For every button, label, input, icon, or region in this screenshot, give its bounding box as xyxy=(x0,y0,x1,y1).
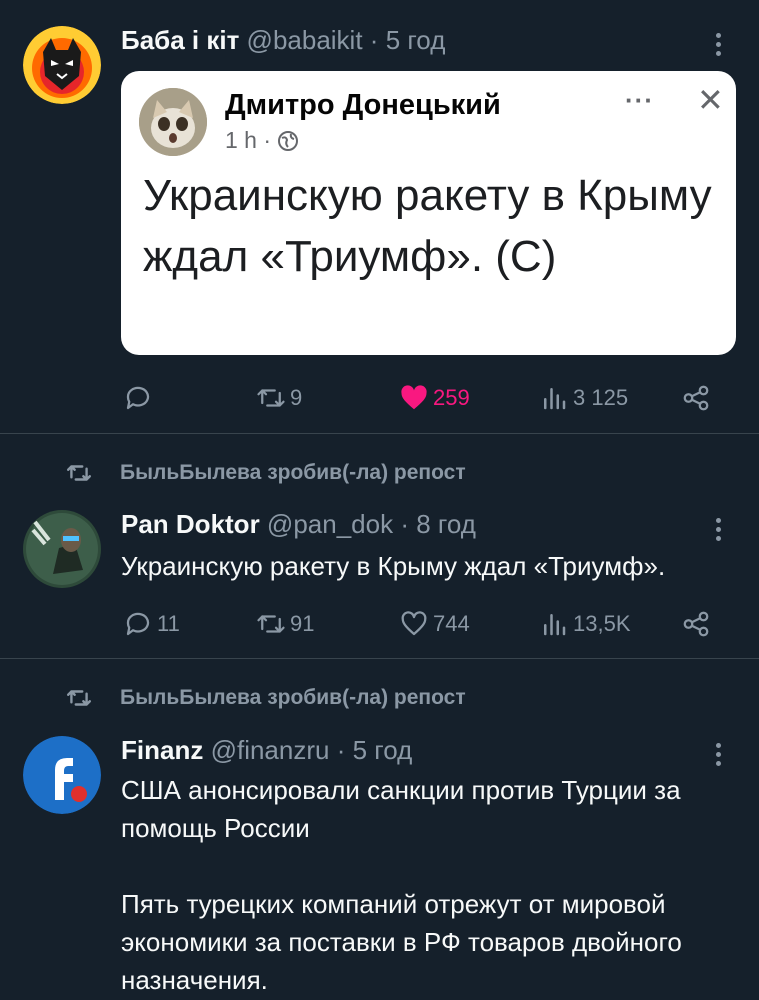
tweet-1[interactable]: Баба і кіт @babaikit · 5 год Дмитро Доне… xyxy=(0,0,759,433)
repost-button[interactable]: 91 xyxy=(256,604,314,644)
author-handle[interactable]: @pan_dok xyxy=(267,509,393,539)
like-button[interactable]: 259 xyxy=(399,378,470,418)
separator-dot: · xyxy=(400,509,409,539)
card-time: 1 h · xyxy=(225,127,272,153)
more-options-icon[interactable] xyxy=(716,743,722,770)
views-count: 3 125 xyxy=(573,385,629,410)
repost-count: 9 xyxy=(290,385,303,410)
cat-photo-icon xyxy=(139,88,207,156)
share-icon xyxy=(683,611,709,637)
views-icon xyxy=(544,388,566,410)
tweet-text-paragraph-2: Пять турецких компаний отрежут от мирово… xyxy=(121,889,682,995)
separator-dot: · xyxy=(336,735,346,765)
reply-count: 11 xyxy=(157,611,180,636)
like-count: 744 xyxy=(433,611,470,636)
views-button[interactable]: 3 125 xyxy=(539,378,628,418)
reply-button[interactable] xyxy=(123,378,157,418)
heart-filled-icon xyxy=(401,385,427,410)
avatar[interactable] xyxy=(23,510,101,588)
timestamp[interactable]: 5 год xyxy=(386,25,446,55)
repost-icon xyxy=(66,690,92,706)
heart-outline-icon xyxy=(401,611,427,636)
cat-mask-avatar-icon xyxy=(23,26,101,104)
avatar[interactable] xyxy=(23,26,101,104)
repost-icon xyxy=(257,615,285,633)
action-bar: 9 259 3 125 xyxy=(0,378,759,418)
tweet-text-paragraph-1: США анонсировали санкции против Турции з… xyxy=(121,775,681,843)
views-count: 13,5K xyxy=(573,611,631,636)
avatar[interactable] xyxy=(23,736,101,814)
repost-indicator: БыльБылева зробив(-ла) репост xyxy=(66,685,466,711)
tweet-header: Pan Doktor @pan_dok · 8 год xyxy=(121,509,476,540)
person-avatar-icon xyxy=(23,510,101,588)
views-button[interactable]: 13,5K xyxy=(539,604,631,644)
like-count: 259 xyxy=(433,385,470,410)
card-author: Дмитро Донецький xyxy=(225,89,501,121)
card-text: Украинскую ракету в Крыму ждал «Триумф».… xyxy=(143,171,712,281)
more-options-icon[interactable] xyxy=(716,33,722,60)
globe-icon xyxy=(278,130,299,151)
reply-button[interactable]: 11 xyxy=(123,604,180,644)
share-button[interactable] xyxy=(681,604,711,644)
card-dots-icon[interactable]: ··· xyxy=(625,85,654,116)
repost-button[interactable]: 9 xyxy=(256,378,302,418)
action-bar: 11 91 744 13,5K xyxy=(0,604,759,644)
card-time-row: 1 h · xyxy=(225,127,299,154)
separator-dot: · xyxy=(369,25,379,55)
tweet-text: Украинскую ракету в Крыму ждал «Триумф». xyxy=(121,551,666,581)
share-icon xyxy=(683,385,709,411)
timestamp[interactable]: 5 год xyxy=(353,735,413,765)
more-options-icon[interactable] xyxy=(716,518,722,545)
reply-icon xyxy=(126,612,150,636)
tweet-2[interactable]: БыльБылева зробив(-ла) репост Pan Doktor… xyxy=(0,434,759,658)
timestamp[interactable]: 8 год xyxy=(416,509,476,539)
finanz-logo-icon xyxy=(23,736,101,814)
views-icon xyxy=(544,614,566,636)
author-handle[interactable]: @babaikit xyxy=(247,25,363,55)
card-avatar xyxy=(139,88,207,156)
tweet-3[interactable]: БыльБылева зробив(-ла) репост Finanz @fi… xyxy=(0,659,759,1000)
repost-icon xyxy=(257,389,285,407)
author-name[interactable]: Finanz xyxy=(121,735,203,765)
repost-label[interactable]: БыльБылева зробив(-ла) репост xyxy=(120,686,466,710)
repost-icon xyxy=(66,465,92,481)
share-button[interactable] xyxy=(681,378,711,418)
reply-icon xyxy=(126,386,150,410)
author-name[interactable]: Pan Doktor xyxy=(121,509,260,539)
author-handle[interactable]: @finanzru xyxy=(211,735,330,765)
screenshot-card[interactable]: Дмитро Донецький 1 h · ··· ✕ Украинскую … xyxy=(121,71,736,355)
tweet-header: Finanz @finanzru · 5 год xyxy=(121,735,412,766)
repost-indicator: БыльБылева зробив(-ла) репост xyxy=(66,460,466,486)
author-name[interactable]: Баба і кіт xyxy=(121,25,239,55)
repost-label[interactable]: БыльБылева зробив(-ла) репост xyxy=(120,461,466,485)
card-close-icon[interactable]: ✕ xyxy=(697,81,724,119)
repost-count: 91 xyxy=(290,611,315,636)
like-button[interactable]: 744 xyxy=(399,604,470,644)
tweet-header: Баба і кіт @babaikit · 5 год xyxy=(121,25,445,56)
